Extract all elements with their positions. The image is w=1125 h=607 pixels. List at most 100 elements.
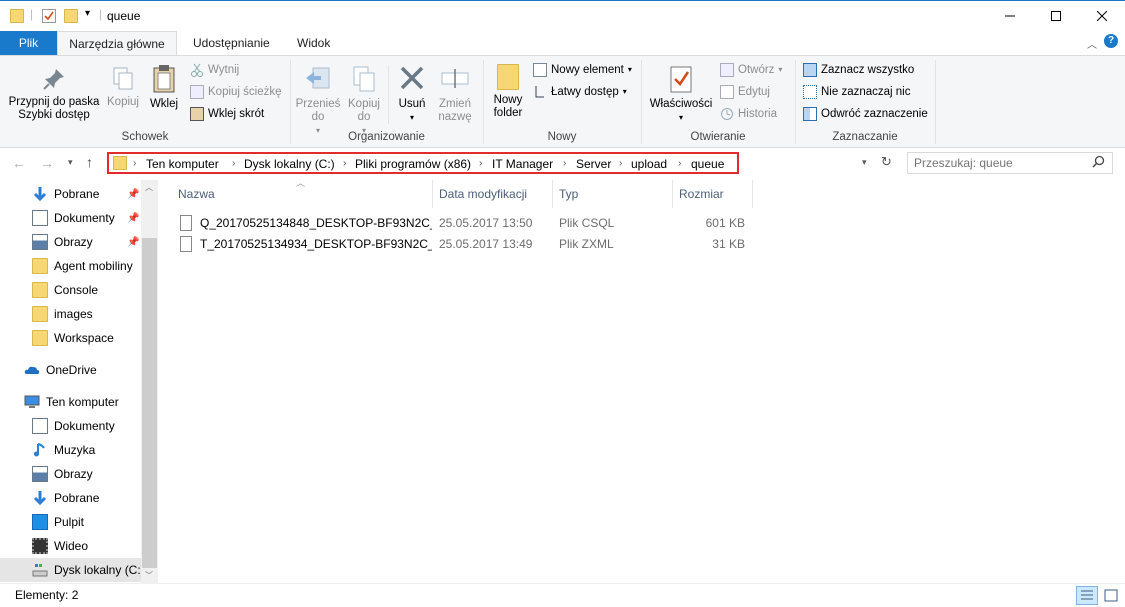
tab-share[interactable]: Udostępnianie [180,31,283,56]
copy-path-button[interactable]: Kopiuj ścieżkę [190,82,282,102]
column-header-name[interactable]: Nazwa [172,180,433,208]
delete-x-icon [397,64,427,94]
column-header-type[interactable]: Typ [553,180,673,208]
paste-button[interactable]: Wklej [146,64,182,111]
nav-item-pc-pictures[interactable]: Obrazy [0,462,141,486]
refresh-icon[interactable]: ↻ [881,154,892,170]
scroll-up-icon[interactable]: ︿ [145,182,153,193]
minimize-button[interactable] [987,1,1033,31]
pin-icon[interactable]: 📌 [127,189,139,200]
breadcrumb-server[interactable]: Server [576,156,611,172]
nav-item-pictures[interactable]: Obrazy 📌 [0,230,141,254]
collapse-ribbon-icon[interactable]: ︿ [1087,36,1097,51]
nav-item-music[interactable]: Muzyka [0,438,141,462]
file-row[interactable]: Q_20170525134848_DESKTOP-BF93N2C_4... 25… [174,213,754,234]
nav-item-pc-downloads[interactable]: Pobrane [0,486,141,510]
column-header-date[interactable]: Data modyfikacji [433,180,553,208]
new-folder-label: Nowy folder [493,94,523,119]
nav-item-images[interactable]: images [0,302,141,326]
delete-button[interactable]: Usuń ▾ [394,64,430,124]
rename-button[interactable]: Zmień nazwę [433,64,477,124]
breadcrumb-separator[interactable]: › [563,156,566,172]
properties-button[interactable]: Właściwości ▾ [647,64,715,124]
breadcrumb-separator[interactable]: › [343,156,346,172]
nav-item-label: Workspace [54,331,114,345]
folder-icon [10,9,24,23]
details-view-icon[interactable] [1076,586,1098,605]
file-row[interactable]: T_20170525134934_DESKTOP-BF93N2C_5... 25… [174,234,754,255]
large-icons-view-icon[interactable] [1101,586,1121,605]
breadcrumb-queue[interactable]: queue [691,156,724,172]
open-icon [720,63,734,77]
open-label: Otwórz [738,64,775,76]
invert-selection-label: Odwróć zaznaczenie [821,108,928,120]
maximize-button[interactable] [1033,1,1079,31]
address-row: ← → ▾ ↑ › Ten komputer › Dysk lokalny (C… [0,148,1125,180]
nav-item-label: Obrazy [54,467,93,481]
folder-icon [32,282,48,298]
cut-button[interactable]: Wytnij [190,60,239,80]
nav-item-video[interactable]: Wideo [0,534,141,558]
pin-quick-access-button[interactable]: Przypnij do paska Szybki dostęp [6,66,102,122]
move-to-button[interactable]: Przenieś do ▾ [295,64,341,137]
nav-scrollbar[interactable]: ︿ ﹀ [141,180,158,583]
nav-item-pc-documents[interactable]: Dokumenty [0,414,141,438]
breadcrumb-it-manager[interactable]: IT Manager [492,156,553,172]
nav-item-this-pc[interactable]: Ten komputer [0,390,141,414]
scrollbar-thumb[interactable] [142,238,157,568]
edit-button[interactable]: Edytuj [720,82,770,102]
file-date: 25.05.2017 13:49 [439,237,533,251]
easy-access-button[interactable]: Łatwy dostęp ▾ [533,82,627,102]
new-item-button[interactable]: Nowy element ▾ [533,60,632,80]
tab-file[interactable]: Plik [0,31,57,56]
nav-item-desktop[interactable]: Pulpit [0,510,141,534]
tab-view[interactable]: Widok [284,31,343,56]
search-box[interactable] [907,152,1113,174]
back-arrow-icon[interactable]: ← [12,155,26,171]
copy-to-button[interactable]: Kopiuj do ▾ [344,64,384,137]
up-arrow-icon[interactable]: ↑ [86,154,93,170]
nav-item-documents[interactable]: Dokumenty 📌 [0,206,141,230]
close-button[interactable] [1079,1,1125,31]
invert-selection-button[interactable]: Odwróć zaznaczenie [803,104,928,124]
computer-icon [24,394,40,410]
search-icon[interactable] [1092,155,1105,172]
nav-item-workspace[interactable]: Workspace [0,326,141,350]
customize-toolbar-icon[interactable]: ▾ [85,8,90,19]
address-bar[interactable]: › Ten komputer › Dysk lokalny (C:) › Pli… [107,152,739,174]
nav-item-console[interactable]: Console [0,278,141,302]
nav-item-agent-mobiliny[interactable]: Agent mobiliny [0,254,141,278]
forward-arrow-icon[interactable]: → [40,155,54,171]
chevron-down-icon: ▾ [409,113,414,122]
new-folder-icon[interactable] [64,9,78,23]
pin-icon[interactable]: 📌 [127,213,139,224]
copy-button[interactable]: Kopiuj [105,66,141,109]
select-none-button[interactable]: Nie zaznaczaj nic [803,82,910,102]
pin-icon[interactable]: 📌 [127,237,139,248]
history-button[interactable]: Historia [720,104,777,124]
breadcrumb-separator[interactable]: › [678,156,681,172]
nav-item-onedrive[interactable]: OneDrive [0,358,141,382]
breadcrumb-separator[interactable]: › [479,156,482,172]
breadcrumb-separator[interactable]: › [619,156,622,172]
open-button[interactable]: Otwórz ▾ [720,60,782,80]
breadcrumb-upload[interactable]: upload [631,156,667,172]
breadcrumb-separator[interactable]: › [232,156,235,172]
nav-item-local-disk[interactable]: Dysk lokalny (C:) [0,558,141,582]
select-all-button[interactable]: Zaznacz wszystko [803,60,914,80]
recent-locations-icon[interactable]: ▾ [68,157,73,168]
breadcrumb-this-pc[interactable]: Ten komputer [146,156,219,172]
breadcrumb-local-disk[interactable]: Dysk lokalny (C:) [244,156,335,172]
paste-shortcut-button[interactable]: Wklej skrót [190,104,264,124]
properties-icon[interactable] [42,9,56,23]
breadcrumb-program-files[interactable]: Pliki programów (x86) [355,156,471,172]
breadcrumb-separator[interactable]: › [133,156,136,172]
scroll-down-icon[interactable]: ﹀ [145,570,153,581]
new-folder-button[interactable]: Nowy folder [488,64,528,120]
address-history-chevron-icon[interactable]: ▾ [862,157,867,168]
column-header-size[interactable]: Rozmiar [673,180,753,208]
help-icon[interactable]: ? [1104,34,1118,48]
search-input[interactable] [914,155,1084,171]
tab-home[interactable]: Narzędzia główne [57,31,177,56]
nav-item-downloads[interactable]: Pobrane 📌 [0,182,141,206]
